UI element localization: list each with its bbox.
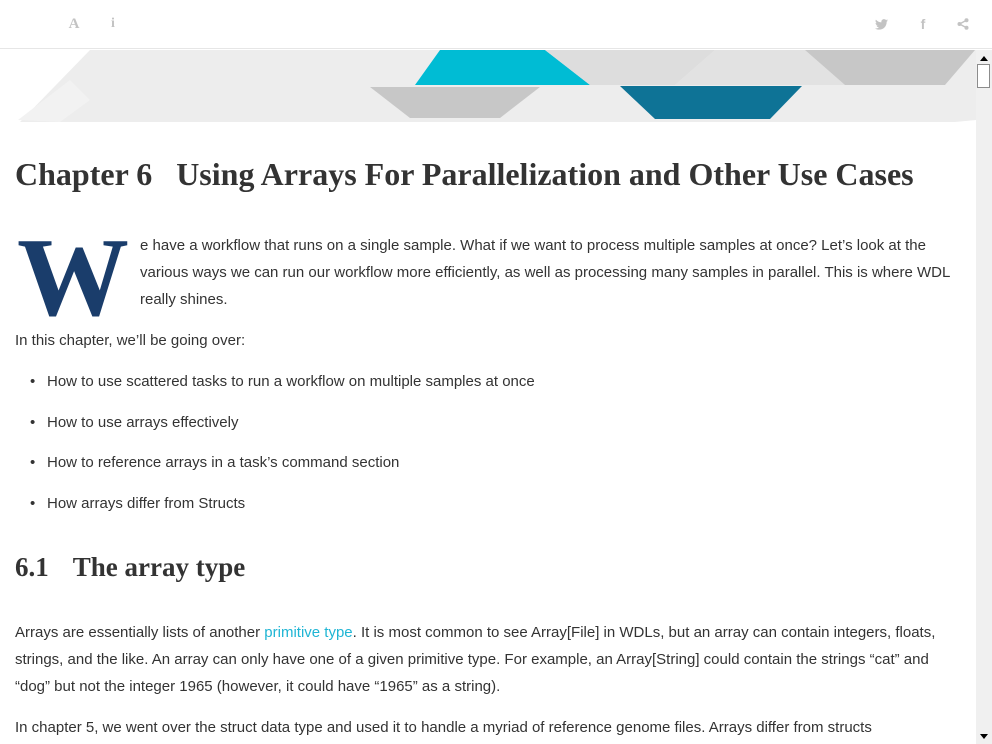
list-item: • How arrays differ from Structs: [30, 494, 246, 512]
overview-lead: In this chapter, we’ll be going over:: [15, 332, 246, 349]
scroll-down-arrow-icon[interactable]: [976, 730, 992, 742]
twitter-icon[interactable]: [871, 14, 891, 34]
chapter-banner-image: [18, 50, 976, 122]
drop-cap: W: [17, 216, 129, 340]
share-icon[interactable]: [953, 14, 973, 34]
list-item: • How to reference arrays in a task’s com…: [30, 454, 400, 471]
intro-paragraph: e have a workflow that runs on a single …: [140, 237, 950, 308]
primitive-type-link[interactable]: primitive type: [264, 624, 352, 641]
book-content[interactable]: Chapter 6 Using Arrays For Parallelizatio…: [0, 50, 976, 744]
list-item: • How to use arrays effectively: [30, 413, 239, 431]
struct-paragraph: In chapter 5, we went over the struct da…: [15, 719, 872, 736]
info-icon[interactable]: i: [103, 14, 123, 34]
scrollbar-thumb[interactable]: [977, 64, 990, 88]
vertical-scrollbar[interactable]: [976, 50, 992, 744]
font-icon[interactable]: A: [64, 14, 84, 34]
array-paragraph: Arrays are essentially lists of another …: [15, 624, 936, 695]
top-toolbar: A i f: [0, 0, 992, 49]
chapter-title: Chapter 6 Using Arrays For Parallelizatio…: [15, 156, 914, 192]
overview-list: • How to use scattered tasks to run a wor…: [15, 368, 535, 530]
facebook-icon[interactable]: f: [913, 14, 933, 34]
scroll-up-arrow-icon[interactable]: [976, 52, 992, 64]
list-item: • How to use scattered tasks to run a wor…: [30, 373, 535, 390]
section-heading: 6.1 The array type: [15, 552, 246, 582]
